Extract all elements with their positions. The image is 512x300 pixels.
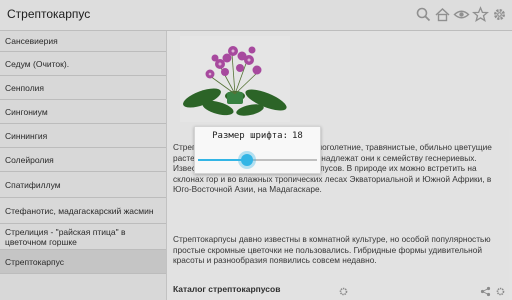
footer-icon-left	[338, 286, 349, 297]
slider-thumb[interactable]	[240, 154, 253, 166]
font-size-slider[interactable]	[198, 152, 317, 168]
font-size-caption: Размер шрифта:	[212, 131, 288, 141]
font-size-value: 18	[292, 131, 303, 141]
font-size-dialog: Размер шрифта: 18	[194, 126, 321, 174]
footer-icons-right	[480, 286, 506, 297]
gear-icon[interactable]	[338, 286, 349, 297]
font-size-label: Размер шрифта: 18	[195, 131, 320, 141]
slider-fill	[198, 159, 247, 161]
settings-icon[interactable]	[495, 286, 506, 297]
share-icon[interactable]	[480, 286, 491, 297]
